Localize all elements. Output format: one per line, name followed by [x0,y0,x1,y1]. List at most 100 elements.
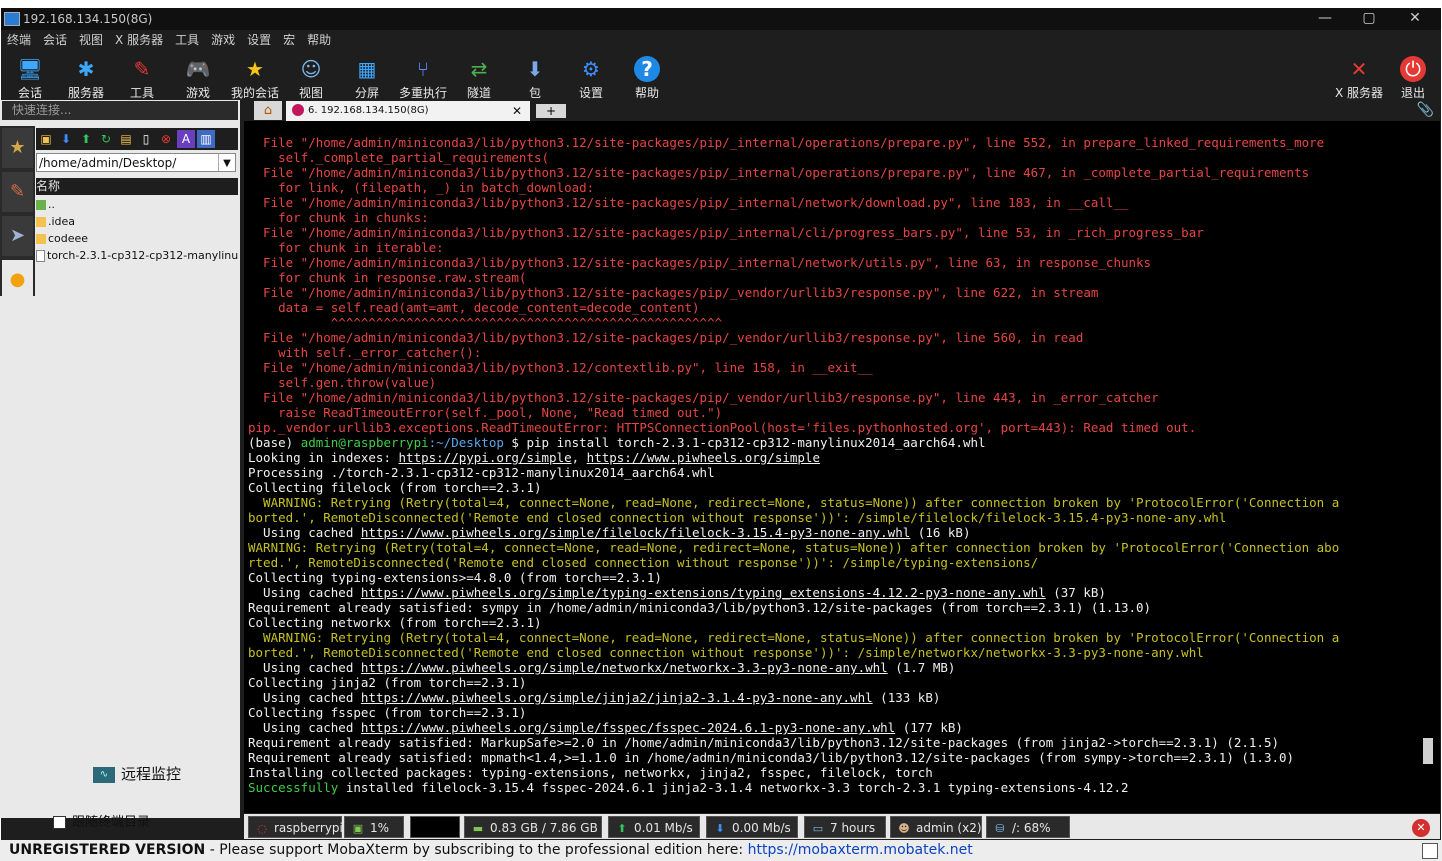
terminal-line: Installing collected packages: typing-ex… [248,765,933,780]
toolbar-label: 我的会话 [230,86,279,100]
terminal-line: rted.', RemoteDisconnected('Remote end c… [248,555,1039,570]
line-text: Using cached [248,660,361,675]
toolbar-label: 退出 [1400,86,1425,100]
toolbar-settings-button[interactable]: ⚙ 设置 [563,52,619,106]
rename-icon[interactable]: A [177,130,195,148]
delete-icon[interactable]: ⊗ [157,130,175,148]
terminal-scrollbar[interactable] [1423,738,1433,764]
folder-icon [36,234,46,244]
path-field[interactable]: /home/admin/Desktop/ ▼ [36,153,236,172]
terminal-output[interactable]: File "/home/admin/miniconda3/lib/python3… [244,121,1440,813]
terminal-line: Looking in indexes: https://pypi.org/sim… [248,450,820,465]
terminal-line: File "/home/admin/miniconda3/lib/python3… [248,195,1129,210]
list-item[interactable]: .idea [36,213,238,230]
packages-icon: ⬇ [526,57,544,81]
menu-tools[interactable]: 工具 [175,30,199,50]
terminal-line: WARNING: Retrying (Retry(total=4, connec… [248,630,1340,645]
terminal-line: Collecting typing-extensions>=4.8.0 (fro… [248,570,662,585]
unregistered-label: UNREGISTERED VERSION [9,842,206,858]
multiexec-icon: ⑂ [417,57,429,81]
status-download: ⬇ 0.00 Mb/s [706,816,798,838]
index-link[interactable]: https://pypi.org/simple [399,450,572,465]
new-file-icon[interactable]: ▯ [137,130,155,148]
toolbar-label: 工具 [129,86,154,100]
new-folder-icon[interactable]: ▤ [117,130,135,148]
toolbar-xserver-button[interactable]: ✕ X 服务器 [1328,52,1390,106]
checkbox-icon [53,816,66,829]
file-column-header[interactable]: 名称 [36,178,238,195]
index-link[interactable]: https://www.piwheels.org/simple [587,450,820,465]
toolbar-packages-button[interactable]: ⬇ 包 [507,52,563,106]
list-item[interactable]: torch-2.3.1-cp312-cp312-manylinux201 [36,247,238,264]
download-icon[interactable]: ⬇ [57,130,75,148]
new-tab-button[interactable]: + [536,104,566,118]
session-icon: 🖥 [17,57,43,81]
toolbar-view-button[interactable]: ☺ 视图 [283,52,339,106]
wheel-link[interactable]: https://www.piwheels.org/simple/fsspec/f… [361,720,895,735]
menu-sessions[interactable]: 会话 [43,30,67,50]
menu-xserver[interactable]: X 服务器 [115,30,163,50]
toolbar-tunnel-button[interactable]: ⇄ 隧道 [451,52,507,106]
macros-tab[interactable]: ● [2,260,33,300]
close-tab-icon[interactable]: ✕ [512,101,522,121]
toolbar-servers-button[interactable]: ✱ 服务器 [58,52,114,106]
line-text: (1.7 MB) [887,660,956,675]
file-name: codeee [48,232,89,245]
menu-terminal[interactable]: 终端 [7,30,31,50]
menu-help[interactable]: 帮助 [307,30,331,50]
attachment-icon[interactable]: 📎 [1417,102,1434,118]
quick-connect-input[interactable]: 快速连接... [2,101,238,120]
toolbar-split-button[interactable]: ▦ 分屏 [339,52,395,106]
wheel-link[interactable]: https://www.piwheels.org/simple/filelock… [361,525,910,540]
window-title: 192.168.134.150(8G) [23,12,153,26]
menu-view[interactable]: 视图 [79,30,103,50]
home-tab[interactable]: ⌂ [254,101,282,120]
toolbar-exit-button[interactable]: ⏻ 退出 [1385,52,1441,106]
terminal-line: Requirement already satisfied: MarkupSaf… [248,735,1280,750]
tab-session-6[interactable]: 6. 192.168.134.150(8G) ✕ [286,101,530,121]
file-name: torch-2.3.1-cp312-cp312-manylinux201 [47,249,238,262]
maximize-button[interactable]: ▢ [1347,8,1391,30]
mobaxterm-link[interactable]: https://mobaxterm.mobatek.net [748,842,973,858]
wheel-link[interactable]: https://www.piwheels.org/simple/jinja2/j… [361,690,873,705]
sftp-tab[interactable]: ➤ [2,216,33,256]
folder-up-icon[interactable]: ▣ [37,130,55,148]
terminal-line: for chunk in iterable: [248,240,444,255]
status-users-value: admin (x2) [916,821,982,835]
tools-icon: ✎ [133,57,151,81]
terminal-line: WARNING: Retrying (Retry(total=4, connec… [248,495,1340,510]
status-cpu-value: 1% [370,821,390,835]
refresh-icon[interactable]: ↻ [97,130,115,148]
menu-games[interactable]: 游戏 [211,30,235,50]
chevron-down-icon[interactable]: ▼ [218,154,235,171]
toolbar-help-button[interactable]: ? 帮助 [619,52,675,106]
toolbar-tools-button[interactable]: ✎ 工具 [114,52,170,106]
menu-macros[interactable]: 宏 [283,30,295,50]
status-upload-value: 0.01 Mb/s [634,821,693,835]
terminal-line: Using cached https://www.piwheels.org/si… [248,720,963,735]
wheel-link[interactable]: https://www.piwheels.org/simple/networkx… [361,660,888,675]
list-item[interactable]: codeee [36,230,238,247]
user-icon: ☻ [898,821,910,835]
x-server-icon: ✕ [1350,57,1368,81]
toolbar-session-button[interactable]: 🖥 会话 [2,52,58,106]
close-window-button[interactable]: ✕ [1393,8,1437,30]
list-item[interactable]: .. [36,196,238,213]
status-close-icon[interactable]: ✕ [1412,819,1430,837]
upload-icon[interactable]: ⬆ [77,130,95,148]
menu-settings[interactable]: 设置 [247,30,271,50]
toolbar-my-sessions-button[interactable]: ★ 我的会话 [227,52,283,106]
banner-close-box[interactable] [1422,843,1438,859]
toolbar-games-button[interactable]: 🎮 游戏 [170,52,226,106]
follow-terminal-checkbox[interactable]: 跟随终端目录 [53,811,150,830]
terminal-line: Using cached https://www.piwheels.org/si… [248,585,1106,600]
remote-monitoring-button[interactable]: ∿ 远程监控 [93,765,181,783]
parent-folder-icon [36,200,46,210]
minimize-button[interactable]: — [1303,8,1347,30]
wheel-link[interactable]: https://www.piwheels.org/simple/typing-e… [361,585,1046,600]
terminal-line: Collecting jinja2 (from torch==2.3.1) [248,675,527,690]
sessions-star-tab[interactable]: ★ [2,128,33,168]
tools-tab[interactable]: ✎ [2,172,33,212]
filter-icon[interactable]: ▥ [197,130,215,148]
toolbar-multiexec-button[interactable]: ⑂ 多重执行 [395,52,451,106]
